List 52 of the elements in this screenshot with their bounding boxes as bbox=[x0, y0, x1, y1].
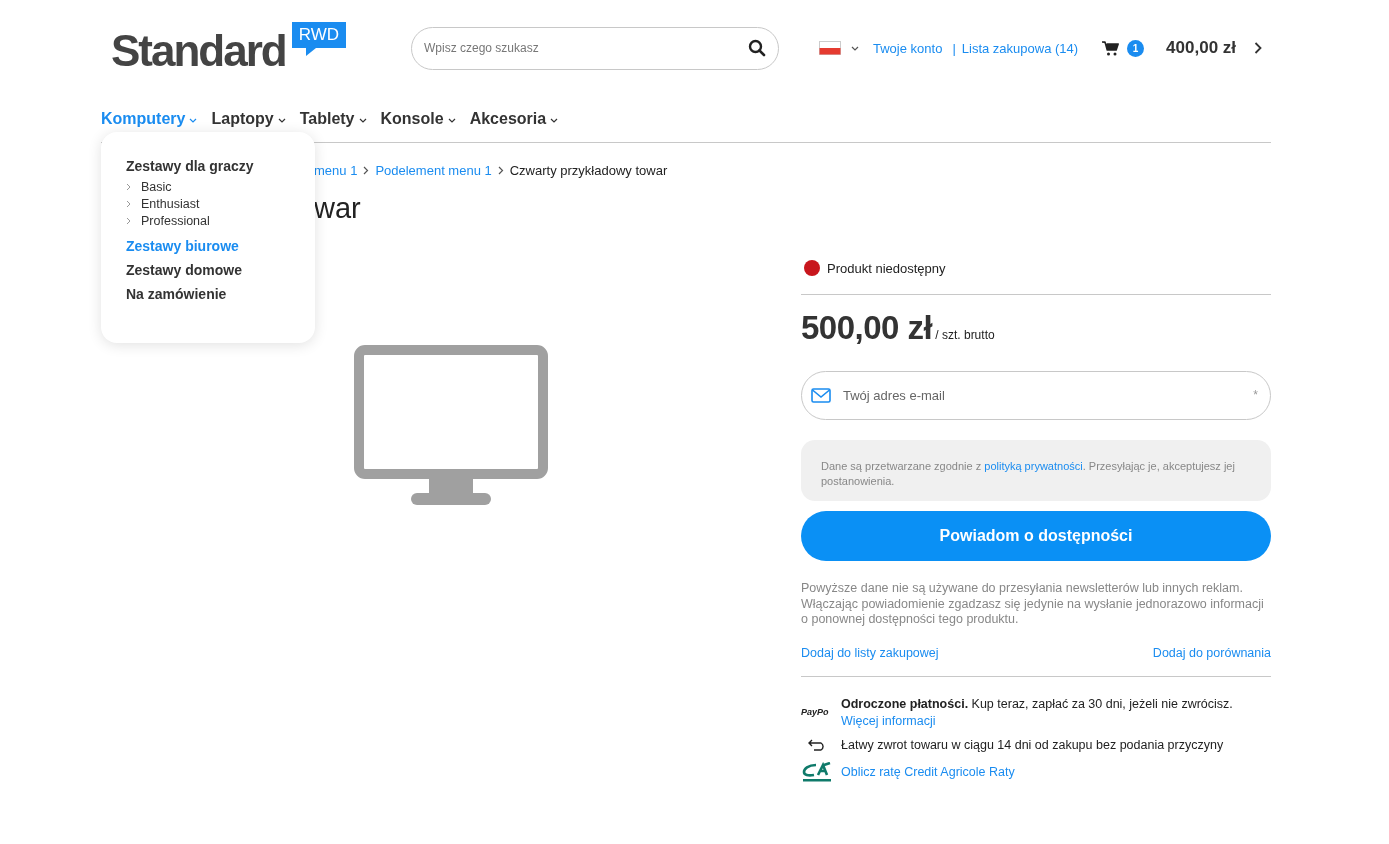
chevron-down-icon bbox=[358, 117, 367, 123]
price: 500,00 zł bbox=[801, 309, 933, 347]
separator: | bbox=[952, 40, 956, 56]
required-mark: * bbox=[1253, 388, 1258, 402]
nav-menu-item[interactable]: Laptopy bbox=[211, 110, 286, 128]
benefit-text: Odroczone płatności. Kup teraz, zapłać za 30 dni, jeżeli nie zwrócisz. bbox=[841, 696, 1233, 711]
chevron-right-icon bbox=[126, 200, 131, 208]
dropdown-item[interactable]: Na zamówienie bbox=[126, 286, 290, 302]
chevron-right-icon bbox=[126, 183, 131, 191]
cart-icon[interactable] bbox=[1102, 40, 1120, 56]
chevron-down-icon bbox=[189, 117, 198, 123]
chevron-down-icon bbox=[550, 117, 559, 123]
search-icon[interactable] bbox=[748, 38, 766, 57]
dropdown-subitem[interactable]: Basic bbox=[126, 180, 290, 194]
chevron-right-icon bbox=[363, 166, 370, 175]
breadcrumb-link[interactable]: Podelement menu 1 bbox=[375, 163, 492, 178]
search-field[interactable]: Wpisz czego szukasz bbox=[411, 26, 779, 70]
chevron-down-icon bbox=[447, 117, 456, 123]
action-link[interactable]: Dodaj do porównania bbox=[1152, 645, 1271, 660]
breadcrumb-link[interactable]: menu 1 bbox=[314, 163, 358, 178]
nav-menu-item[interactable]: Tablety bbox=[299, 110, 367, 128]
nav-menu-item[interactable]: Konsole bbox=[380, 110, 456, 128]
return-arrow-icon bbox=[808, 738, 826, 751]
account-link[interactable]: Lista zakupowa (14) bbox=[961, 40, 1079, 56]
product-title: war bbox=[314, 192, 362, 225]
benefit-text: Łatwy zwrot towaru w ciągu 14 dni od zakupu bez podania przyczyny bbox=[841, 737, 1224, 752]
paypo-logo: PayPo bbox=[801, 707, 830, 717]
action-link[interactable]: Dodaj do listy zakupowej bbox=[801, 645, 939, 660]
dropdown-item[interactable]: Zestawy domowe bbox=[126, 262, 290, 278]
flag-icon[interactable] bbox=[819, 41, 841, 55]
price-unit: / szt. brutto bbox=[935, 328, 995, 342]
logo-wordmark[interactable]: Standard bbox=[111, 26, 286, 76]
chevron-right-icon[interactable] bbox=[1254, 42, 1263, 54]
dropdown-item[interactable]: Zestawy dla graczy bbox=[126, 158, 290, 174]
disclaimer-text: Powyższe dane nie są używane do przesyłania newsletterów lub innych reklam. Włączając powiadomienie zgadzasz się jedynie na wysłanie jednorazowo informacji o ponownej dostępności tego produktu. bbox=[801, 581, 1265, 628]
availability-text: Produkt niedostępny bbox=[827, 260, 946, 276]
cart-total[interactable]: 400,00 zł bbox=[1166, 38, 1237, 58]
chevron-right-icon bbox=[497, 166, 504, 175]
account-link[interactable]: Twoje konto bbox=[873, 40, 943, 56]
consent-text: Dane są przetwarzane zgodnie z polityką prywatności. Przesyłając je, akceptujesz jej postanowienia. bbox=[821, 459, 1236, 489]
dropdown-subitem[interactable]: Enthusiast bbox=[126, 197, 290, 211]
dropdown-subitem[interactable]: Professional bbox=[126, 214, 290, 228]
chevron-down-icon[interactable] bbox=[851, 45, 859, 51]
monitor-icon bbox=[354, 345, 548, 507]
credit-logo-icon bbox=[802, 761, 832, 782]
chevron-right-icon bbox=[126, 217, 131, 225]
cart-count-badge: 1 bbox=[1127, 39, 1145, 57]
breadcrumb-current: Czwarty przykładowy towar bbox=[509, 163, 668, 178]
chevron-down-icon bbox=[277, 117, 286, 123]
more-info-link[interactable]: Więcej informacji bbox=[841, 713, 1233, 728]
credit-calculator-link[interactable]: Oblicz ratę Credit Agricole Raty bbox=[841, 764, 1015, 779]
nav-menu-item[interactable]: Akcesoria bbox=[469, 110, 559, 128]
